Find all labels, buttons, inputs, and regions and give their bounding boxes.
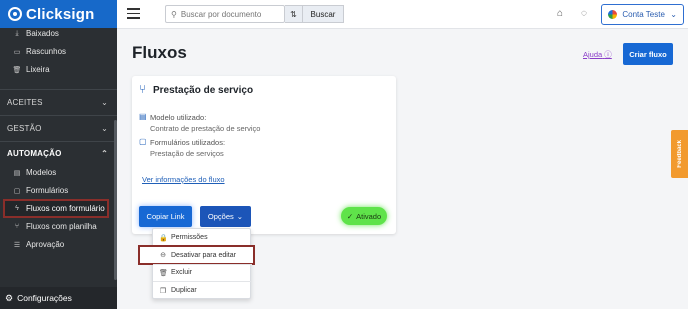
options-button[interactable]: Opções ⌄ [200, 206, 251, 227]
sidebar-item-lixeira[interactable]: 🗑 Lixeira [0, 61, 117, 78]
download-icon: ⤓ [15, 29, 19, 37]
search-button[interactable]: Buscar [303, 5, 344, 23]
status-label: Ativado [356, 211, 382, 221]
help-label: Ajuda [583, 50, 603, 59]
chevron-up-icon: ⌃ [101, 148, 108, 158]
menu-item-excluir[interactable]: 🗑 Excluir [153, 264, 252, 281]
sidebar-item-label: Fluxos com planilha [26, 222, 97, 231]
sidebar-item-rascunhos[interactable]: ▭ Rascunhos [0, 43, 117, 60]
check-circle-icon: ✓ [346, 211, 354, 221]
copy-link-button[interactable]: Copiar Link [139, 206, 192, 227]
section-label: GESTÃO [7, 123, 42, 133]
page-title: Fluxos [132, 43, 187, 62]
flow-card-title: Prestação de serviço [153, 85, 254, 96]
status-badge: ✓ Ativado [341, 207, 387, 225]
create-flow-button[interactable]: Criar fluxo [623, 43, 673, 65]
sidebar-section-automacao[interactable]: AUTOMAÇÃO ⌃ [0, 142, 117, 164]
menu-item-label: Duplicar [171, 287, 197, 294]
sidebar-section-aceites[interactable]: ACEITES ⌄ [0, 91, 117, 113]
options-label: Opções [207, 212, 234, 221]
top-bar: ⚲ ⇅ Buscar ⌂ ◌ Conta Teste ⌄ [117, 0, 688, 29]
approval-icon: ☰ [13, 241, 21, 249]
sidebar-item-formularios[interactable]: ▢ Formulários [0, 182, 117, 199]
sidebar-scrollbar[interactable] [114, 120, 117, 280]
menu-item-desativar[interactable]: ⊖ Desativar para editar [138, 245, 255, 265]
sheet-flow-icon: ⑂ [14, 223, 20, 230]
sidebar-item-fluxos-planilha[interactable]: ⑂ Fluxos com planilha [0, 218, 117, 235]
forms-value: Prestação de serviços [150, 149, 224, 158]
filter-button[interactable]: ⇅ [285, 5, 303, 23]
clipboard-icon: ▢ [139, 137, 147, 146]
account-avatar-icon [608, 10, 617, 19]
sidebar-item-modelos[interactable]: ▤ Modelos [0, 164, 117, 181]
menu-item-label: Permissões [171, 234, 208, 241]
sidebar-item-fluxos-formulario[interactable]: ϟ Fluxos com formulário [3, 199, 109, 218]
view-flow-info-link[interactable]: Ver informações do fluxo [142, 175, 225, 184]
forms-label: Formulários utilizados: [150, 138, 226, 147]
sidebar-item-baixados[interactable]: ⤓ Baixados [0, 25, 117, 42]
sidebar-item-label: Modelos [26, 168, 57, 177]
account-label: Conta Teste [622, 10, 665, 19]
menu-item-permissoes[interactable]: 🔒 Permissões [153, 229, 252, 246]
menu-icon[interactable] [127, 8, 140, 19]
sidebar-divider [0, 89, 117, 90]
menu-item-duplicar[interactable]: ❐ Duplicar [153, 282, 252, 299]
chat-icon[interactable]: ◌ [581, 8, 587, 19]
sidebar-item-label: Formulários [26, 186, 69, 195]
section-label: AUTOMAÇÃO [7, 148, 62, 158]
flow-icon: ⑂ [139, 82, 147, 96]
model-label: Modelo utilizado: [150, 113, 207, 122]
model-value: Contrato de prestação de serviço [150, 124, 261, 133]
filter-icon: ⇅ [290, 9, 297, 19]
clicksign-logo-icon [8, 7, 22, 21]
section-label: ACEITES [7, 97, 43, 107]
draft-icon: ▭ [13, 48, 21, 56]
trash-icon: 🗑 [159, 269, 168, 277]
sidebar-section-gestao[interactable]: GESTÃO ⌄ [0, 117, 117, 139]
copy-icon: ❐ [159, 287, 167, 295]
document-icon: ▤ [139, 112, 147, 121]
disable-icon: ⊖ [160, 252, 166, 259]
options-menu: 🔒 Permissões ⊖ Desativar para editar 🗑 E… [138, 228, 255, 299]
account-button[interactable]: Conta Teste ⌄ [601, 4, 684, 25]
feedback-tab[interactable]: Feedback [671, 130, 688, 178]
help-link[interactable]: Ajuda ⓘ [583, 49, 612, 60]
settings-label: Configurações [17, 293, 72, 303]
menu-item-label: Desativar para editar [171, 251, 236, 259]
trash-icon: 🗑 [12, 66, 22, 74]
chevron-down-icon: ⌄ [101, 97, 108, 107]
question-icon: ⓘ [604, 50, 612, 59]
sidebar: Clicksign ⤓ Baixados ▭ Rascunhos 🗑 Lixei… [0, 0, 117, 309]
sidebar-item-label: Aprovação [26, 240, 65, 249]
search-input[interactable] [180, 9, 276, 19]
sidebar-item-label: Lixeira [26, 65, 50, 74]
menu-item-label: Excluir [171, 269, 193, 276]
gift-icon[interactable]: ⌂ [557, 8, 563, 19]
gear-icon: ⚙ [5, 292, 14, 303]
brand-name: Clicksign [26, 5, 95, 23]
form-icon: ▢ [13, 187, 21, 195]
sidebar-divider [0, 115, 117, 116]
chevron-down-icon: ⌄ [670, 10, 677, 19]
search-icon: ⚲ [171, 9, 177, 19]
logo[interactable]: Clicksign [0, 0, 117, 28]
chevron-down-icon: ⌄ [236, 212, 244, 221]
sidebar-footer-settings[interactable]: ⚙ Configurações [0, 287, 117, 309]
sidebar-item-aprovacao[interactable]: ☰ Aprovação [0, 236, 117, 253]
sidebar-item-label: Rascunhos [26, 47, 67, 56]
flow-icon: ϟ [15, 205, 19, 212]
template-icon: ▤ [13, 169, 21, 177]
feedback-label: Feedback [676, 140, 683, 168]
chevron-down-icon: ⌄ [101, 123, 108, 133]
search-box: ⚲ [165, 5, 285, 23]
sidebar-item-label: Fluxos com formulário [26, 204, 105, 213]
lock-icon: 🔒 [159, 234, 168, 242]
sidebar-item-label: Baixados [26, 29, 59, 38]
